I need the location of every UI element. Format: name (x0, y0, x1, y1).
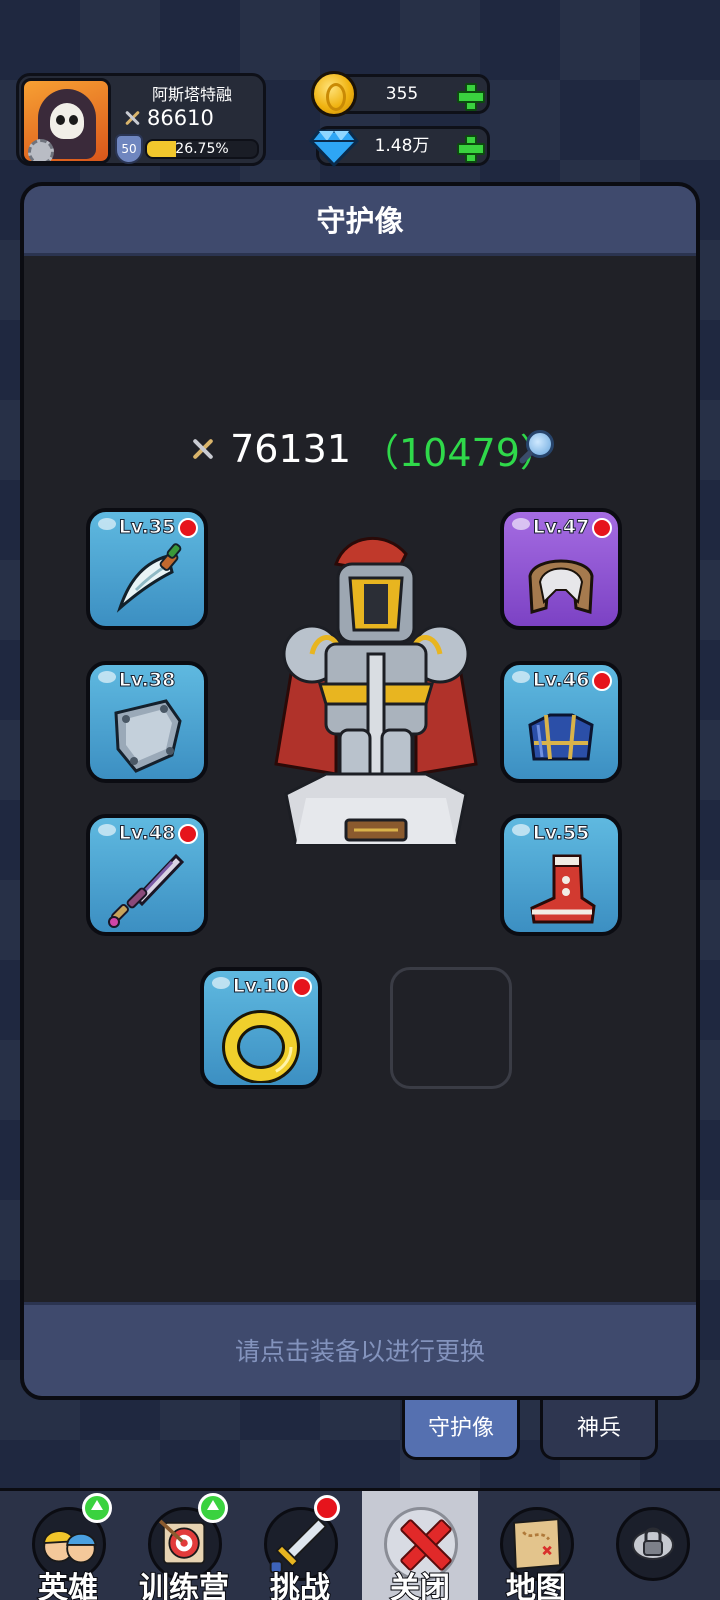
alert-dot (314, 1495, 340, 1521)
equip-slot-helmet[interactable]: Lv.47 (500, 508, 622, 630)
nav-close[interactable]: 关闭 (362, 1491, 478, 1600)
guardian-panel: 守护像 76131 （10479） Lv.35 Lv.38 Lv.48 Lv.1… (20, 182, 700, 1400)
alert-dot (292, 977, 312, 997)
nav-label: 地图 (505, 1570, 567, 1600)
diamond-counter: 1.48万 (309, 126, 490, 167)
nav-heroes[interactable]: 英雄 (10, 1491, 126, 1600)
upgrade-arrow-icon (82, 1493, 112, 1523)
slot-level: Lv.55 (532, 822, 590, 845)
avatar[interactable] (21, 78, 111, 164)
panel-footer: 请点击装备以进行更换 (24, 1302, 696, 1396)
total-power: 76131 (230, 427, 351, 471)
equip-slot-sword[interactable]: Lv.35 (86, 508, 208, 630)
boots-icon (530, 854, 596, 924)
crossed-swords-icon (190, 436, 216, 462)
upgrade-arrow-icon (198, 1493, 228, 1523)
nav-challenge[interactable]: 挑战 (242, 1491, 358, 1600)
nav-map[interactable]: 地图 (478, 1491, 594, 1600)
magnifier-icon[interactable] (518, 430, 554, 466)
gold-amount: 355 (385, 84, 419, 104)
curved-sword-icon (116, 543, 182, 613)
nav-label: 英雄 (37, 1570, 99, 1600)
nav-label: 关闭 (389, 1570, 451, 1600)
level-badge: 50 (115, 134, 143, 164)
nav-label: 训练营 (138, 1570, 230, 1600)
alert-dot (592, 518, 612, 538)
gold-counter: 355 (311, 71, 490, 117)
diamond-amount: 1.48万 (374, 136, 430, 156)
player-power: 86610 (147, 106, 214, 130)
gold-coin-icon (311, 71, 357, 117)
add-gold-plus-icon[interactable] (457, 83, 485, 111)
exp-bar: 26.75% (145, 139, 259, 159)
close-icon (402, 1519, 442, 1567)
add-diamond-plus-icon[interactable] (457, 135, 485, 163)
exp-percent: 26.75% (175, 141, 229, 157)
equip-slot-boots[interactable]: Lv.55 (500, 814, 622, 936)
dagger-icon (108, 853, 185, 928)
nav-label: 挑战 (269, 1570, 331, 1600)
lock-icon (632, 1527, 674, 1560)
guardian-statue (274, 536, 478, 846)
nav-locked[interactable] (594, 1491, 710, 1600)
equip-slot-ring[interactable]: Lv.10 (200, 967, 322, 1089)
tab-guardian[interactable]: 守护像 (402, 1400, 520, 1460)
equip-slot-shield[interactable]: Lv.38 (86, 661, 208, 783)
shield-icon (114, 699, 182, 773)
bottom-nav: 英雄 训练营 挑战 关闭 地图 (0, 1488, 720, 1600)
diamond-icon (309, 129, 359, 167)
ring-icon (222, 1010, 300, 1083)
equip-slot-armor[interactable]: Lv.46 (500, 661, 622, 783)
footer-hint: 请点击装备以进行更换 (234, 1337, 485, 1366)
helmet-icon (528, 559, 594, 614)
slot-level: Lv.38 (118, 669, 176, 692)
panel-header: 守护像 (24, 186, 696, 256)
alert-dot (592, 671, 612, 691)
alert-dot (178, 824, 198, 844)
player-name: 阿斯塔特融 (151, 85, 232, 104)
crossed-swords-icon (123, 109, 141, 127)
player-power-row: 86610 (123, 106, 214, 130)
equip-slot-dagger[interactable]: Lv.48 (86, 814, 208, 936)
tab-divine-weapon[interactable]: 神兵 (540, 1400, 658, 1460)
panel-title: 守护像 (316, 204, 404, 238)
skull-icon (50, 103, 84, 139)
player-card[interactable]: 阿斯塔特融 86610 50 26.75% (16, 73, 266, 166)
gear-icon[interactable] (28, 139, 54, 161)
alert-dot (178, 518, 198, 538)
nav-training[interactable]: 训练营 (126, 1491, 242, 1600)
armor-icon (528, 713, 594, 761)
equip-slot-empty[interactable] (390, 967, 512, 1089)
